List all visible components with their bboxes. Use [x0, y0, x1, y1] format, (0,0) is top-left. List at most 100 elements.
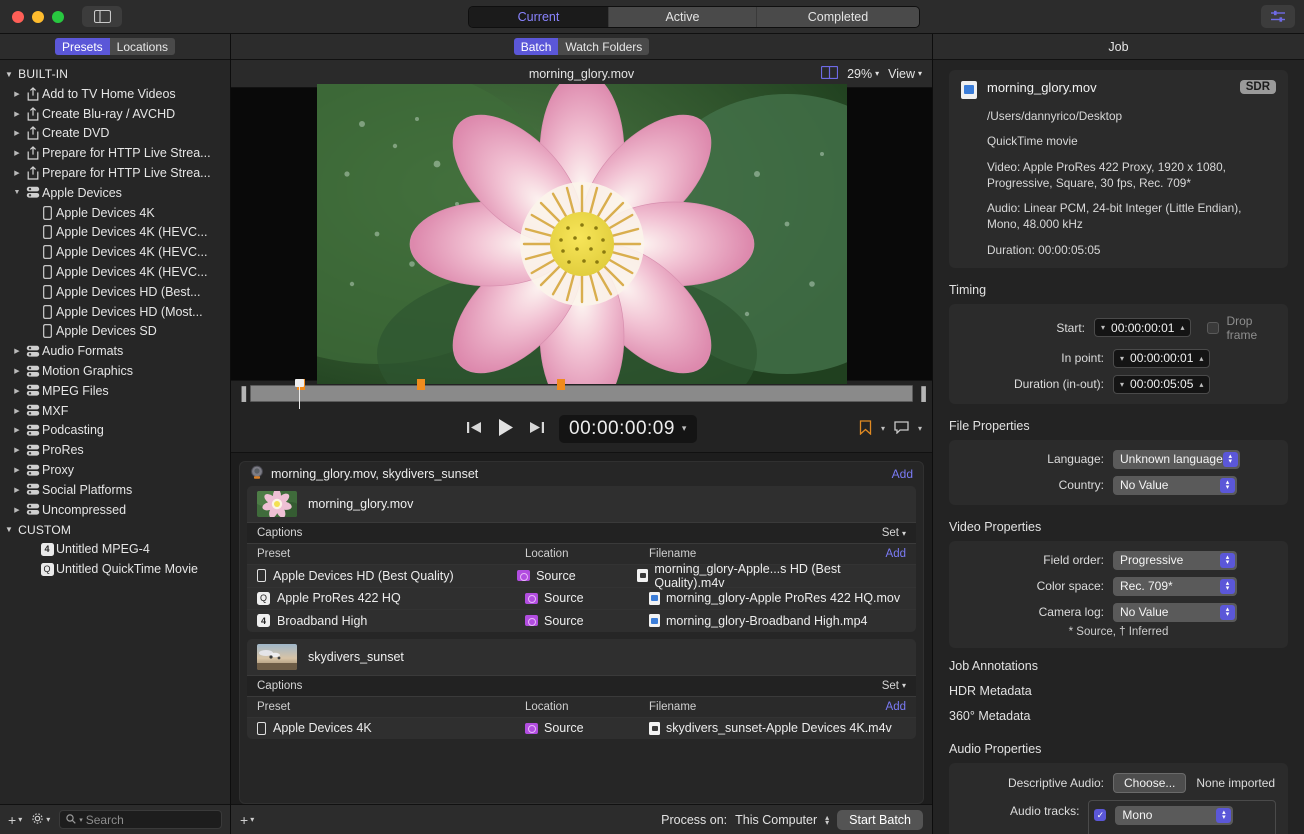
- timeline-marker[interactable]: [417, 379, 425, 390]
- job-card[interactable]: skydivers_sunsetCaptionsSet▾PresetLocati…: [247, 639, 916, 740]
- search-input[interactable]: ▾ Search: [59, 810, 222, 829]
- chevron-down-icon[interactable]: ▾: [918, 424, 922, 433]
- disclosure-triangle-icon[interactable]: ▶: [10, 129, 24, 137]
- chevron-down-icon[interactable]: ▾: [881, 424, 885, 433]
- sidebar-item-mxf[interactable]: ▶MXF: [0, 401, 230, 421]
- captions-button[interactable]: [894, 421, 909, 437]
- add-output-link[interactable]: Add: [886, 701, 906, 713]
- chevron-down-icon[interactable]: ▾: [1120, 354, 1124, 363]
- sidebar-item-apple-devices-4k-hevc[interactable]: Apple Devices 4K (HEVC...: [0, 262, 230, 282]
- add-output-link[interactable]: Add: [886, 548, 906, 560]
- sidebar-item-social-platforms[interactable]: ▶Social Platforms: [0, 480, 230, 500]
- inspector-toggle-button[interactable]: [1261, 5, 1295, 28]
- chevron-down-icon[interactable]: ▾: [1120, 380, 1124, 389]
- tab-watch-folders[interactable]: Watch Folders: [558, 38, 649, 55]
- sidebar-item-untitled-mpeg-4[interactable]: 4Untitled MPEG-4: [0, 540, 230, 560]
- disclosure-triangle-icon[interactable]: ▶: [10, 466, 24, 474]
- captions-set-menu[interactable]: Set▾: [882, 680, 906, 692]
- country-select[interactable]: No Value ▴▾: [1113, 476, 1237, 495]
- chevron-down-icon[interactable]: ▾: [1101, 323, 1105, 332]
- sidebar-item-mpeg-files[interactable]: ▶MPEG Files: [0, 381, 230, 401]
- tab-locations[interactable]: Locations: [110, 38, 175, 55]
- sidebar-item-apple-devices[interactable]: ▼Apple Devices: [0, 183, 230, 203]
- disclosure-triangle-icon[interactable]: ▶: [10, 347, 24, 355]
- sidebar-item-untitled-quicktime-movie[interactable]: QUntitled QuickTime Movie: [0, 559, 230, 579]
- add-preset-button[interactable]: + ▾: [8, 812, 22, 828]
- sidebar-item-motion-graphics[interactable]: ▶Motion Graphics: [0, 361, 230, 381]
- section-hdr-metadata[interactable]: HDR Metadata: [949, 673, 1288, 698]
- duration-timecode-field[interactable]: ▾ 00:00:05:05 ▴: [1113, 375, 1210, 394]
- output-row[interactable]: 4Broadband HighSourcemorning_glory-Broad…: [247, 609, 916, 632]
- sidebar-item-uncompressed[interactable]: ▶Uncompressed: [0, 500, 230, 520]
- add-marker-button[interactable]: [859, 420, 872, 438]
- disclosure-triangle-icon[interactable]: ▶: [10, 367, 24, 375]
- timecode-display[interactable]: 00:00:00:09 ▾: [559, 415, 697, 443]
- sidebar-item-apple-devices-sd[interactable]: Apple Devices SD: [0, 322, 230, 342]
- sidebar-item-apple-devices-hd-most[interactable]: Apple Devices HD (Most...: [0, 302, 230, 322]
- process-on-value[interactable]: This Computer: [735, 813, 817, 827]
- sidebar-item-apple-devices-4k[interactable]: Apple Devices 4K: [0, 203, 230, 223]
- chevron-up-icon[interactable]: ▴: [1199, 354, 1203, 363]
- sidebar-item-proxy[interactable]: ▶Proxy: [0, 460, 230, 480]
- disclosure-triangle-icon[interactable]: ▶: [10, 110, 24, 118]
- split-view-button[interactable]: [821, 66, 838, 82]
- timeline-track[interactable]: [250, 385, 913, 402]
- field-order-select[interactable]: Progressive ▴▾: [1113, 551, 1237, 570]
- sidebar-group-custom[interactable]: ▼CUSTOM: [0, 520, 230, 540]
- range-end-handle-icon[interactable]: ▐: [917, 386, 926, 401]
- disclosure-triangle-icon[interactable]: ▶: [10, 90, 24, 98]
- scrubber-row[interactable]: ▐ ▐: [231, 381, 932, 405]
- disclosure-triangle-icon[interactable]: ▶: [10, 407, 24, 415]
- disclosure-triangle-icon[interactable]: ▼: [10, 189, 24, 196]
- view-mode-segmented-control[interactable]: Current Active Completed: [468, 6, 920, 28]
- sidebar-item-prores[interactable]: ▶ProRes: [0, 440, 230, 460]
- camera-log-select[interactable]: No Value ▴▾: [1113, 603, 1237, 622]
- zoom-button[interactable]: [52, 11, 64, 23]
- minimize-button[interactable]: [32, 11, 44, 23]
- sidebar-toggle-button[interactable]: [82, 6, 122, 27]
- preset-action-menu-button[interactable]: ▾: [31, 812, 50, 828]
- disclosure-triangle-icon[interactable]: ▶: [10, 426, 24, 434]
- output-row[interactable]: Apple Devices 4KSourceskydivers_sunset-A…: [247, 717, 916, 740]
- preset-tree[interactable]: ▼BUILT-IN▶Add to TV Home Videos▶Create B…: [0, 60, 230, 804]
- sidebar-item-apple-devices-4k-hevc[interactable]: Apple Devices 4K (HEVC...: [0, 242, 230, 262]
- range-start-handle-icon[interactable]: ▐: [237, 386, 246, 401]
- sidebar-item-prepare-for-http-live-strea[interactable]: ▶Prepare for HTTP Live Strea...: [0, 163, 230, 183]
- chevron-down-icon[interactable]: ▾: [682, 423, 687, 434]
- tab-presets[interactable]: Presets: [55, 38, 110, 55]
- disclosure-triangle-icon[interactable]: ▼: [5, 70, 13, 79]
- preview-stage[interactable]: [231, 88, 932, 380]
- disclosure-triangle-icon[interactable]: ▶: [10, 506, 24, 514]
- timeline-marker[interactable]: [557, 379, 565, 390]
- captions-set-menu[interactable]: Set▾: [882, 527, 906, 539]
- disclosure-triangle-icon[interactable]: ▼: [5, 525, 13, 534]
- disclosure-triangle-icon[interactable]: ▶: [10, 149, 24, 157]
- process-on-stepper[interactable]: ▴ ▾: [825, 815, 829, 825]
- segment-completed[interactable]: Completed: [757, 7, 919, 27]
- disclosure-triangle-icon[interactable]: ▶: [10, 169, 24, 177]
- sidebar-item-apple-devices-hd-best[interactable]: Apple Devices HD (Best...: [0, 282, 230, 302]
- zoom-level-menu[interactable]: 29% ▾: [847, 67, 879, 81]
- disclosure-triangle-icon[interactable]: ▶: [10, 387, 24, 395]
- output-row[interactable]: QApple ProRes 422 HQSourcemorning_glory-…: [247, 587, 916, 610]
- skip-to-end-button[interactable]: [528, 420, 545, 438]
- inspector-scroll[interactable]: morning_glory.mov SDR /Users/dannyrico/D…: [933, 60, 1304, 834]
- section-360-metadata[interactable]: 360° Metadata: [949, 698, 1288, 723]
- batch-add-link[interactable]: Add: [892, 467, 913, 481]
- in-point-timecode-field[interactable]: ▾ 00:00:00:01 ▴: [1113, 349, 1210, 368]
- sidebar-item-add-to-tv-home-videos[interactable]: ▶Add to TV Home Videos: [0, 84, 230, 104]
- section-job-annotations[interactable]: Job Annotations: [949, 648, 1288, 673]
- sidebar-item-audio-formats[interactable]: ▶Audio Formats: [0, 341, 230, 361]
- audio-track-checkbox[interactable]: ✓: [1094, 809, 1106, 821]
- sidebar-group-built-in[interactable]: ▼BUILT-IN: [0, 64, 230, 84]
- language-select[interactable]: Unknown language ▴▾: [1113, 450, 1240, 469]
- drop-frame-checkbox[interactable]: [1207, 322, 1219, 334]
- skip-to-start-button[interactable]: [466, 420, 483, 438]
- view-menu-button[interactable]: View ▾: [888, 67, 922, 81]
- sidebar-item-create-blu-ray-avchd[interactable]: ▶Create Blu-ray / AVCHD: [0, 104, 230, 124]
- disclosure-triangle-icon[interactable]: ▶: [10, 446, 24, 454]
- presets-locations-toggle[interactable]: Presets Locations: [55, 38, 175, 55]
- segment-active[interactable]: Active: [609, 7, 757, 27]
- close-button[interactable]: [12, 11, 24, 23]
- sidebar-item-create-dvd[interactable]: ▶Create DVD: [0, 124, 230, 144]
